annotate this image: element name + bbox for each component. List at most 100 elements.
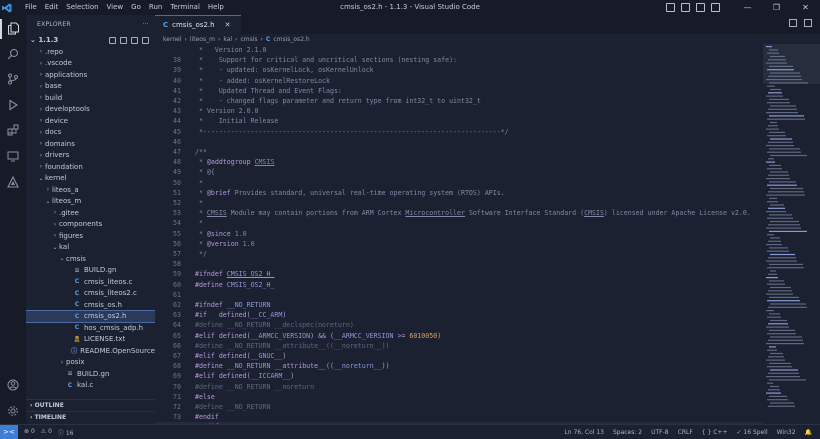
code-editor[interactable]: * Version 2.1.0 38 * Support for critical… [155, 44, 763, 424]
tree-folder[interactable]: › developtools [26, 104, 155, 116]
menu-run[interactable]: Run [145, 0, 166, 15]
tree-file[interactable]: ≡ BUILD.gn [26, 368, 155, 380]
tree-folder[interactable]: › foundation [26, 161, 155, 173]
timeline-section[interactable]: › TIMELINE [26, 411, 155, 422]
remote-indicator-button[interactable]: >< [0, 425, 18, 439]
tree-folder[interactable]: › docs [26, 127, 155, 139]
minimap[interactable] [763, 44, 820, 424]
menu-terminal[interactable]: Terminal [166, 0, 204, 15]
new-file-icon[interactable] [109, 36, 116, 44]
tab-cmsis-os2-h[interactable]: C cmsis_os2.h ✕ [155, 15, 241, 34]
tree-folder[interactable]: › domains [26, 138, 155, 150]
breadcrumb-item[interactable]: cmsis_os2.h [273, 36, 309, 43]
source-control-icon[interactable] [6, 72, 20, 86]
code-token: 1.0 [230, 229, 247, 238]
code-token: * [195, 239, 207, 248]
minimap-line [766, 260, 797, 262]
minimap-viewport[interactable] [763, 44, 820, 84]
tree-folder[interactable]: › drivers [26, 150, 155, 162]
minimap-line [769, 263, 803, 265]
outline-section[interactable]: › OUTLINE [26, 399, 155, 410]
settings-gear-icon[interactable] [6, 404, 20, 418]
platform[interactable]: Win32 [777, 429, 796, 436]
chevron-right-icon: › [53, 232, 57, 240]
tree-file[interactable]: Ccmsis_os2.h [26, 309, 155, 323]
explorer-title: EXPLORER [37, 21, 71, 28]
tree-file[interactable]: Ccmsis_os.h [26, 299, 155, 311]
tree-file[interactable]: ≡ BUILD.gn [26, 265, 155, 277]
code-token: #ifndef [195, 301, 227, 309]
new-folder-icon[interactable] [120, 36, 127, 44]
menu-edit[interactable]: Edit [41, 0, 63, 15]
notifications-bell-icon[interactable]: 🔔 [805, 429, 812, 436]
menu-go[interactable]: Go [127, 0, 145, 15]
explorer-files-icon[interactable] [6, 21, 20, 35]
minimize-button[interactable]: — [733, 0, 762, 15]
code-token: CMSIS_OS2_H_ [226, 270, 275, 279]
split-editor-icon[interactable] [789, 19, 797, 27]
tree-item-label: cmsis_liteos2.c [84, 289, 137, 298]
language-label: C++ [713, 428, 728, 436]
tree-file[interactable]: Ccmsis_liteos.c [26, 276, 155, 288]
cursor-position[interactable]: Ln 76, Col 13 [564, 429, 604, 436]
search-icon[interactable] [6, 47, 20, 61]
tree-item-label: foundation [45, 162, 83, 171]
remote-explorer-icon[interactable] [6, 149, 20, 163]
tree-folder[interactable]: ⌄ liteos_m [26, 196, 155, 208]
spell-check[interactable]: ✓ 16 Spell [736, 429, 767, 436]
menu-help[interactable]: Help [204, 0, 228, 15]
line-ending[interactable]: CRLF [678, 429, 693, 436]
breadcrumb-item[interactable]: kernel [163, 36, 181, 43]
tree-folder[interactable]: › posix [26, 357, 155, 369]
toggle-secondary-sidebar-icon[interactable] [696, 3, 705, 12]
tree-folder[interactable]: › build [26, 92, 155, 104]
tree-file[interactable]: Ckal.c [26, 380, 155, 392]
breadcrumb-item[interactable]: cmsis [240, 36, 257, 43]
tree-folder[interactable]: › figures [26, 230, 155, 242]
tree-folder[interactable]: ⌄ cmsis [26, 253, 155, 265]
menu-selection[interactable]: Selection [62, 0, 102, 15]
tree-folder[interactable]: › applications [26, 69, 155, 81]
breadcrumb-item[interactable]: liteos_m [190, 36, 215, 43]
indentation[interactable]: Spaces: 2 [613, 429, 642, 436]
problems-status[interactable]: ⊗ 0 ⚠ 0 ⓘ 16 [24, 428, 73, 437]
close-window-button[interactable]: ✕ [791, 0, 820, 15]
tree-folder[interactable]: › .repo [26, 46, 155, 58]
tree-folder[interactable]: › liteos_a [26, 184, 155, 196]
chevron-down-icon: ⌄ [59, 255, 65, 263]
tree-folder[interactable]: ⌄ kal [26, 242, 155, 254]
breadcrumb-separator: › [184, 35, 187, 43]
tree-file[interactable]: Ccmsis_liteos2.c [26, 288, 155, 300]
breadcrumb-item[interactable]: kal [223, 36, 232, 43]
workspace-root[interactable]: ⌄ 1.1.3 [26, 34, 155, 46]
tree-folder[interactable]: › base [26, 81, 155, 93]
active-indicator [0, 19, 2, 39]
tree-file[interactable]: Chos_cmsis_adp.h [26, 322, 155, 334]
run-debug-icon[interactable] [6, 98, 20, 112]
refresh-icon[interactable] [131, 36, 138, 44]
tree-file[interactable]: ⓘ README.OpenSource [26, 345, 155, 357]
encoding[interactable]: UTF-8 [651, 429, 669, 436]
toggle-panel-icon[interactable] [681, 3, 690, 12]
tree-folder[interactable]: › components [26, 219, 155, 231]
customize-layout-icon[interactable] [711, 3, 720, 12]
tree-folder[interactable]: › .vscode [26, 58, 155, 70]
language-mode[interactable]: { } C++ [702, 429, 728, 436]
menu-file[interactable]: File [21, 0, 41, 15]
explorer-more-button[interactable]: ··· [142, 21, 149, 28]
extensions-icon[interactable] [6, 123, 20, 137]
close-tab-button[interactable]: ✕ [225, 21, 231, 29]
more-actions-icon[interactable] [804, 19, 812, 27]
menu-view[interactable]: View [103, 0, 128, 15]
minimap-line [770, 88, 781, 91]
tree-folder[interactable]: › device [26, 115, 155, 127]
account-icon[interactable] [6, 378, 20, 392]
tree-folder[interactable]: ⌄ kernel [26, 173, 155, 185]
tree-file[interactable]: 🎗 LICENSE.txt [26, 334, 155, 346]
toggle-sidebar-icon[interactable] [666, 3, 675, 12]
maximize-button[interactable]: ❐ [762, 0, 791, 15]
collapse-all-icon[interactable] [142, 36, 149, 44]
tree-folder[interactable]: › .gitee [26, 207, 155, 219]
minimap-line [770, 352, 783, 355]
extension-tool-icon[interactable] [6, 175, 20, 189]
